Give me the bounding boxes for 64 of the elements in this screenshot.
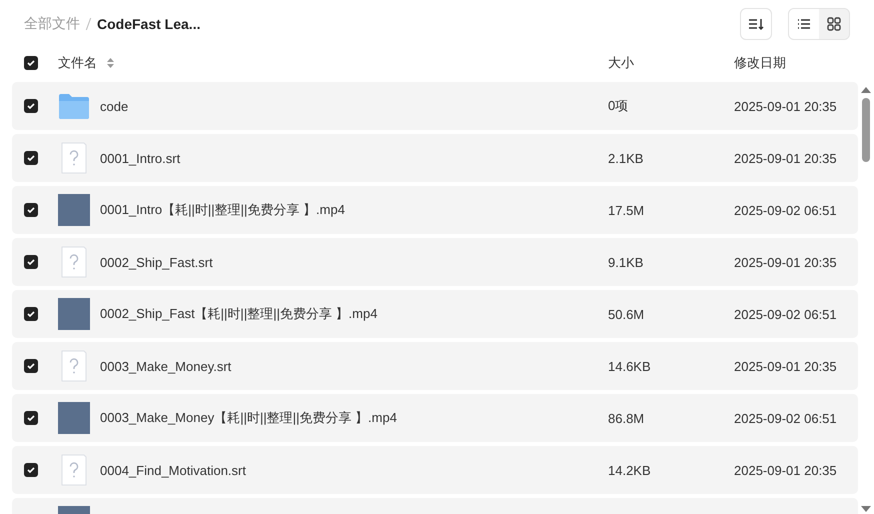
checkmark-icon [27,362,35,370]
list-icon [797,18,811,30]
checkmark-icon [27,414,35,422]
checkbox[interactable] [24,307,38,321]
file-name[interactable]: code [100,98,128,114]
file-row[interactable]: 0004_Find_Motivation.srt 14.2KB 2025-09-01 20:35 [12,446,858,494]
sort-icon [748,17,764,31]
grid-icon [827,17,841,31]
sort-button[interactable] [740,8,772,40]
file-name[interactable]: 0003_Make_Money.srt [100,358,232,374]
checkmark-icon [27,466,35,474]
file-row[interactable]: 0002_Ship_Fast【耗||时||整理||免费分享 】.mp4 50.6M 2025-09-02 06:51 [12,290,858,338]
photo-placeholder [58,194,90,226]
file-row[interactable]: 0001_Intro.srt 2.1KB 2025-09-01 20:35 [12,134,858,182]
modified-date: 2025-09-02 06:51 [734,202,837,218]
file-size: 14.2KB [608,462,651,478]
column-header: 修改日期 [734,55,786,70]
checkmark-icon [27,154,35,162]
checkmark-icon [27,59,35,67]
checkbox[interactable] [24,359,38,373]
column-header: 大小 [608,55,634,70]
modified-date: 2025-09-01 20:35 [734,98,837,114]
photo-placeholder [58,402,90,434]
column-header: 文件名 [58,54,97,72]
modified-date: 2025-09-01 20:35 [734,254,837,270]
checkmark-icon [27,258,35,266]
checkmark-icon [27,310,35,318]
file-row[interactable]: 0001_Intro【耗||时||整理||免费分享 】.mp4 17.5M 2025-09-02 06:51 [12,186,858,234]
file-row[interactable]: code 0项 2025-09-01 20:35 [12,82,858,130]
photo-placeholder [58,298,90,330]
checkbox[interactable] [24,255,38,269]
modified-date: 2025-09-01 20:35 [734,462,837,478]
checkbox[interactable] [24,99,38,113]
modified-date: 2025-09-02 06:51 [734,306,837,322]
checkmark-icon [27,102,35,110]
modified-date: 2025-09-02 06:51 [734,410,837,426]
checkbox[interactable] [24,463,38,477]
checkbox[interactable] [24,411,38,425]
breadcrumb-link[interactable]: CodeFast Lea... [97,16,200,32]
file-name[interactable]: 0001_Intro.srt [100,150,180,166]
file-size: 50.6M [608,306,644,322]
file-size: 17.5M [608,202,644,218]
file-size: 14.6KB [608,358,651,374]
sort-arrows-icon [107,58,114,68]
modified-date: 2025-09-01 20:35 [734,358,837,374]
file-size: 86.8M [608,410,644,426]
folder-icon [58,93,90,119]
checkbox[interactable] [24,56,38,70]
file-row[interactable]: 0003_Make_Money【耗||时||整理||免费分享 】.mp4 86.8M 2025-09-02 06:51 [12,394,858,442]
file-name[interactable]: 0003_Make_Money【耗||时||整理||免费分享 】.mp4 [100,409,397,427]
modified-date: 2025-09-01 20:35 [734,150,837,166]
file-size: 2.1KB [608,150,644,166]
file-row[interactable]: 0002_Ship_Fast.srt 9.1KB 2025-09-01 20:35 [12,238,858,286]
checkbox[interactable] [24,203,38,217]
file-name[interactable]: 0004_Find_Motivation.srt [100,462,246,478]
checkmark-icon [27,206,35,214]
file-name[interactable]: 0001_Intro【耗||时||整理||免费分享 】.mp4 [100,201,345,219]
file-row[interactable]: 0003_Make_Money.srt 14.6KB 2025-09-01 20:35 [12,342,858,390]
file-name[interactable]: 0002_Ship_Fast.srt [100,254,213,270]
file-size: 9.1KB [608,254,644,270]
checkbox[interactable] [24,151,38,165]
file-size: 0项 [608,98,628,113]
list-view-button[interactable] [789,9,819,39]
file-name[interactable]: 0002_Ship_Fast【耗||时||整理||免费分享 】.mp4 [100,305,378,323]
